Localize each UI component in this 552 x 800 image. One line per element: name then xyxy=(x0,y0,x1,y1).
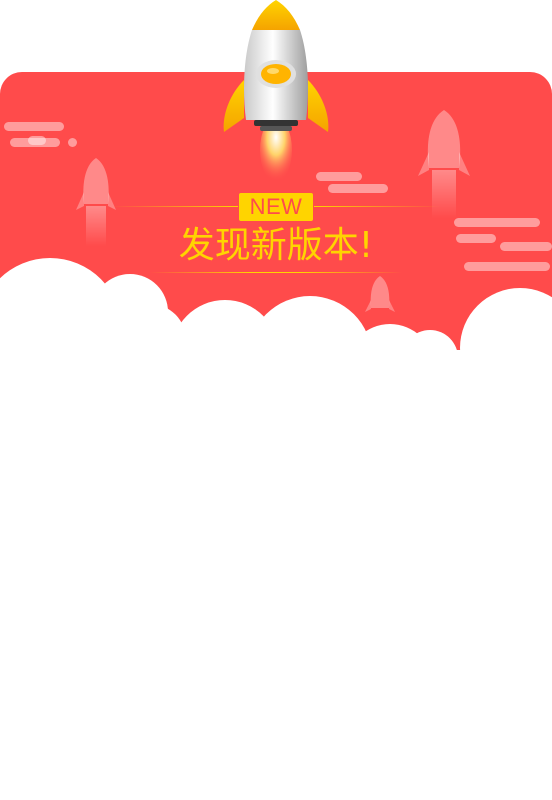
rocket-silhouette-icon xyxy=(76,158,116,246)
rocket-icon xyxy=(223,0,329,180)
speed-line-decoration xyxy=(4,122,64,131)
badge-rule-left xyxy=(112,206,238,207)
speed-line-decoration xyxy=(10,138,60,147)
update-dialog: NEW 发现新版本! xyxy=(0,0,552,800)
cloud-decoration xyxy=(0,258,552,440)
speed-line-decoration xyxy=(328,184,388,193)
new-badge: NEW xyxy=(239,193,313,221)
badge-rule-right xyxy=(314,206,440,207)
rocket-silhouette-icon xyxy=(418,110,470,218)
speed-line-decoration xyxy=(454,218,540,227)
dot-decoration xyxy=(68,138,77,147)
